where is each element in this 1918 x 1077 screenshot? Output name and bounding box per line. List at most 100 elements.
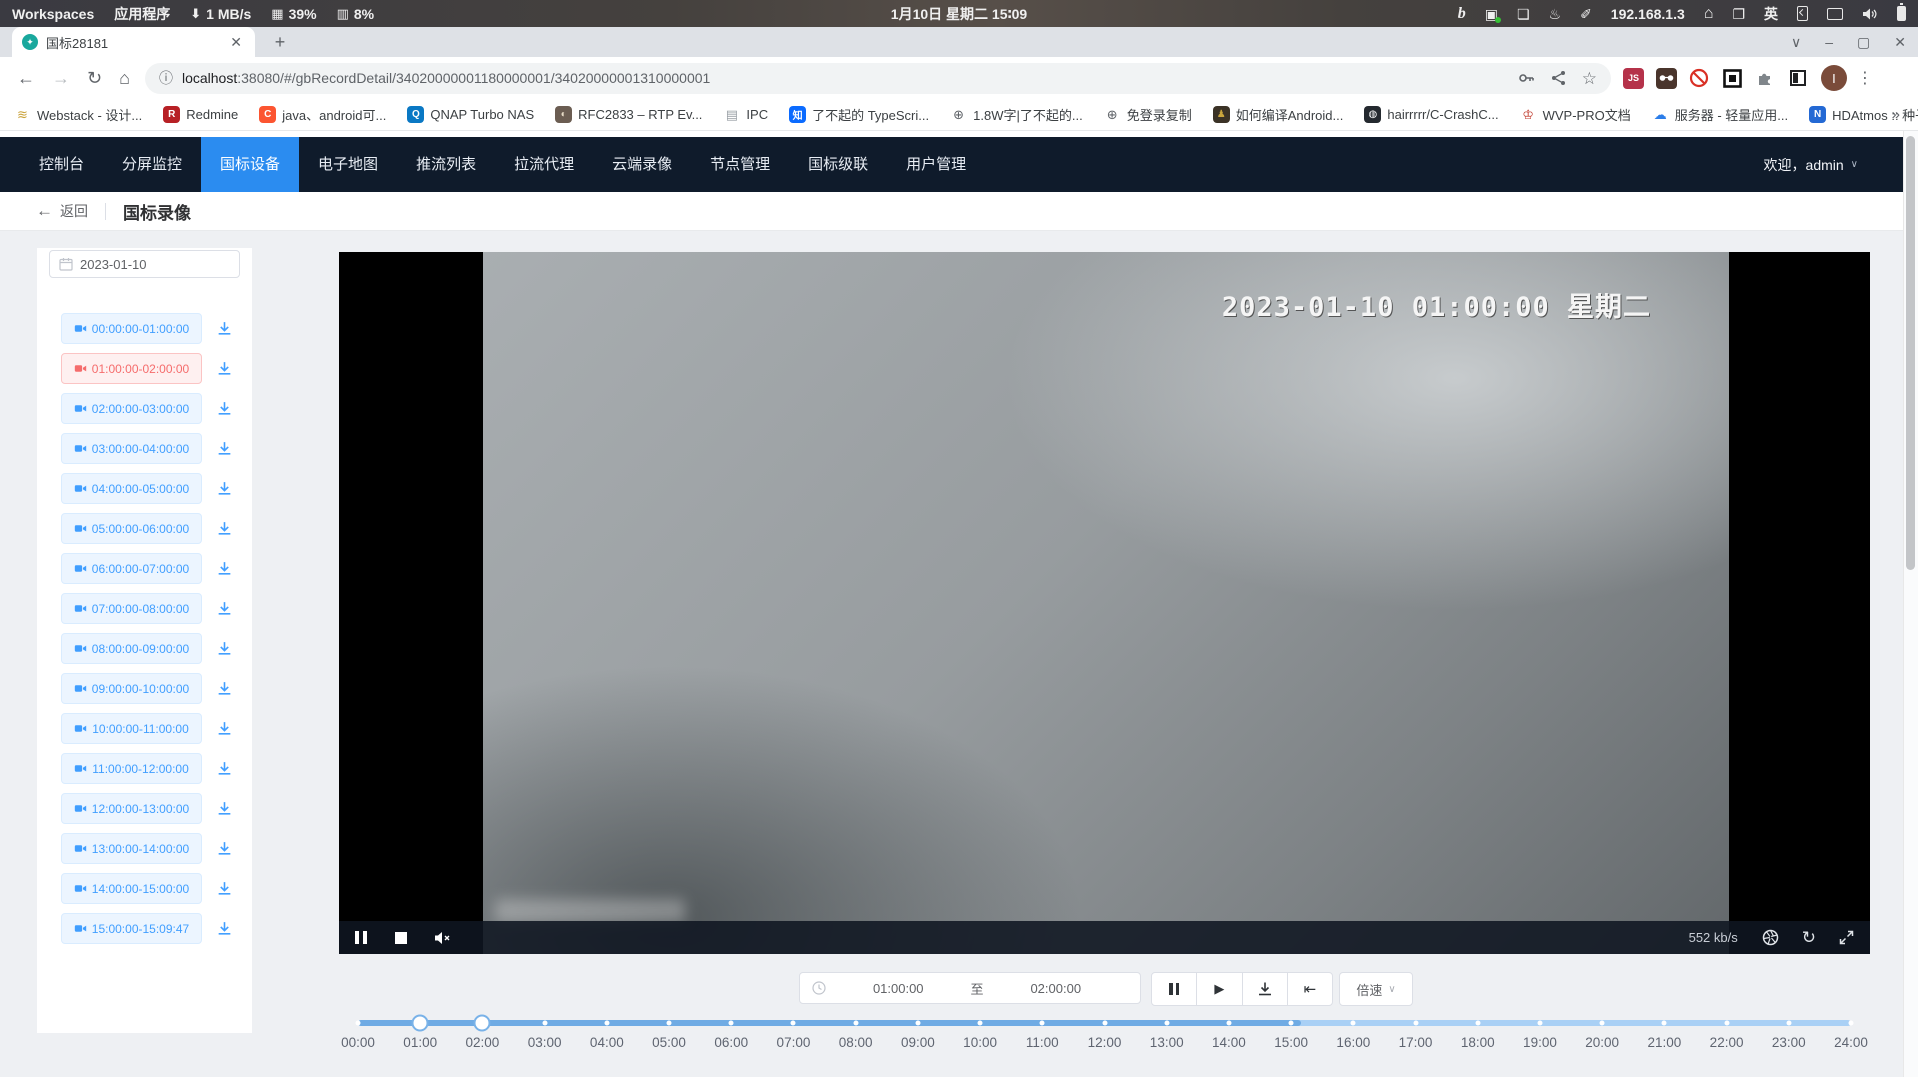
screenshot-tool-icon[interactable]: ▣	[1485, 7, 1498, 21]
download-segment-icon[interactable]	[216, 800, 233, 817]
download-segment-icon[interactable]	[216, 920, 233, 937]
bookmark-star-icon[interactable]: ☆	[1582, 70, 1597, 87]
welcome-user[interactable]: 欢迎，admin∨	[1764, 155, 1858, 175]
memory-indicator[interactable]: ▥8%	[337, 6, 375, 22]
bing-icon[interactable]: b	[1458, 6, 1466, 22]
tab-group-icon[interactable]	[1788, 68, 1809, 89]
nav-tab-用户管理[interactable]: 用户管理	[887, 137, 985, 192]
bookmark-item[interactable]: ◐ RFC2833 – RTP Ev...	[555, 106, 702, 123]
download-segment-icon[interactable]	[216, 640, 233, 657]
site-info-icon[interactable]: ⓘ	[159, 68, 173, 88]
extensions-puzzle-icon[interactable]	[1755, 68, 1776, 89]
back-arrow-icon[interactable]: ←	[36, 201, 53, 221]
bookmark-item[interactable]: ♟ 如何编译Android...	[1213, 105, 1344, 124]
download-segment-icon[interactable]	[216, 880, 233, 897]
recording-segment-button[interactable]: 15:00:00-15:09:47	[61, 913, 202, 944]
time-range-input[interactable]: 01:00:00 至 02:00:00	[799, 972, 1141, 1004]
recording-segment-button[interactable]: 12:00:00-13:00:00	[61, 793, 202, 824]
bookmarks-overflow-icon[interactable]: »	[1892, 106, 1900, 123]
scrollbar-thumb[interactable]	[1906, 136, 1915, 570]
volume-icon[interactable]	[1862, 7, 1878, 21]
frame-extension-icon[interactable]	[1722, 68, 1743, 89]
player-refresh-icon[interactable]: ↻	[1802, 928, 1816, 948]
bookmark-item[interactable]: ▤ IPC	[723, 106, 768, 123]
bookmark-item[interactable]: 知 了不起的 TypeScri...	[789, 105, 929, 124]
js-extension-icon[interactable]: JS	[1623, 68, 1644, 89]
bookmark-item[interactable]: N HDAtmos :: 种子 *...	[1809, 105, 1918, 124]
play-button[interactable]: ▶	[1197, 973, 1242, 1005]
timeline-handle[interactable]	[474, 1015, 491, 1032]
back-button[interactable]: 返回	[60, 201, 88, 221]
recording-segment-button[interactable]: 04:00:00-05:00:00	[61, 473, 202, 504]
recording-segment-button[interactable]: 00:00:00-01:00:00	[61, 313, 202, 344]
download-segment-icon[interactable]	[216, 520, 233, 537]
download-segment-icon[interactable]	[216, 440, 233, 457]
player-stop-icon[interactable]	[395, 932, 407, 944]
new-tab-button[interactable]: +	[268, 30, 292, 54]
forward-icon[interactable]: →	[52, 68, 70, 89]
recording-segment-button[interactable]: 14:00:00-15:00:00	[61, 873, 202, 904]
download-segment-icon[interactable]	[216, 400, 233, 417]
address-bar[interactable]: ⓘ localhost:38080/#/gbRecordDetail/34020…	[145, 63, 1611, 94]
download-segment-icon[interactable]	[216, 600, 233, 617]
download-segment-icon[interactable]	[216, 840, 233, 857]
tab-close-icon[interactable]: ✕	[227, 34, 245, 51]
date-picker-input[interactable]: 2023-01-10	[49, 250, 240, 278]
clock[interactable]: 1月10日 星期二 15∶09	[891, 4, 1027, 24]
recording-segment-button[interactable]: 10:00:00-11:00:00	[61, 713, 202, 744]
window-close-icon[interactable]: ✕	[1894, 34, 1906, 51]
privacy-glasses-extension-icon[interactable]	[1656, 68, 1677, 89]
clipboard-icon[interactable]: ❏	[1517, 7, 1530, 21]
start-time-value[interactable]: 01:00:00	[826, 981, 971, 996]
password-key-icon[interactable]	[1518, 70, 1535, 86]
phone-link-icon[interactable]	[1797, 6, 1808, 21]
window-maximize-icon[interactable]: ▢	[1857, 34, 1870, 51]
bookmark-item[interactable]: Q QNAP Turbo NAS	[407, 106, 534, 123]
download-segment-icon[interactable]	[216, 320, 233, 337]
window-minimize-icon[interactable]: –	[1825, 34, 1833, 50]
download-segment-icon[interactable]	[216, 560, 233, 577]
browser-menu-icon[interactable]: ⋮	[1857, 68, 1873, 88]
nav-tab-节点管理[interactable]: 节点管理	[691, 137, 789, 192]
bookmark-item[interactable]: ◍ hairrrrr/C-CrashC...	[1364, 106, 1498, 123]
recording-segment-button[interactable]: 06:00:00-07:00:00	[61, 553, 202, 584]
color-picker-icon[interactable]: ✐	[1580, 7, 1592, 21]
nav-tab-国标设备[interactable]: 国标设备	[201, 137, 299, 192]
nav-tab-控制台[interactable]: 控制台	[20, 137, 103, 192]
nav-tab-分屏监控[interactable]: 分屏监控	[103, 137, 201, 192]
bookmark-item[interactable]: C java、android可...	[259, 105, 386, 124]
bookmark-item[interactable]: ♔ WVP-PRO文档	[1520, 105, 1631, 124]
recording-segment-button[interactable]: 09:00:00-10:00:00	[61, 673, 202, 704]
snapshot-aperture-icon[interactable]	[1762, 929, 1779, 946]
download-segment-icon[interactable]	[216, 360, 233, 377]
rewind-button[interactable]: ⇤	[1288, 973, 1332, 1005]
download-segment-icon[interactable]	[216, 480, 233, 497]
video-player[interactable]: 2023-01-10 01:00:00 星期二 552 kb/s ↻	[339, 252, 1870, 954]
page-scrollbar[interactable]	[1903, 131, 1918, 1077]
recording-segment-button[interactable]: 07:00:00-08:00:00	[61, 593, 202, 624]
nav-tab-国标级联[interactable]: 国标级联	[789, 137, 887, 192]
recording-segment-button[interactable]: 08:00:00-09:00:00	[61, 633, 202, 664]
recording-segment-button[interactable]: 05:00:00-06:00:00	[61, 513, 202, 544]
battery-icon[interactable]	[1897, 6, 1906, 21]
back-icon[interactable]: ←	[17, 68, 35, 89]
download-segment-icon[interactable]	[216, 680, 233, 697]
ip-address[interactable]: 192.168.1.3	[1611, 6, 1685, 22]
reload-icon[interactable]: ↻	[87, 68, 102, 89]
nav-tab-电子地图[interactable]: 电子地图	[299, 137, 397, 192]
nav-tab-云端录像[interactable]: 云端录像	[593, 137, 691, 192]
bookmark-item[interactable]: R Redmine	[163, 106, 238, 123]
applications-button[interactable]: 应用程序	[114, 4, 170, 24]
caffeine-icon[interactable]: ♨	[1549, 7, 1562, 21]
timeline-handle[interactable]	[412, 1015, 429, 1032]
recording-segment-button[interactable]: 02:00:00-03:00:00	[61, 393, 202, 424]
share-icon[interactable]	[1551, 70, 1566, 86]
recording-segment-button[interactable]: 03:00:00-04:00:00	[61, 433, 202, 464]
home-icon[interactable]: ⌂	[1704, 6, 1714, 22]
display-icon[interactable]	[1827, 8, 1843, 20]
fullscreen-icon[interactable]	[1839, 930, 1854, 945]
input-method-indicator[interactable]: 英	[1764, 4, 1778, 24]
workspaces-button[interactable]: Workspaces	[12, 6, 94, 22]
bookmark-item[interactable]: ⊕ 免登录复制	[1104, 105, 1192, 124]
recording-segment-button[interactable]: 13:00:00-14:00:00	[61, 833, 202, 864]
